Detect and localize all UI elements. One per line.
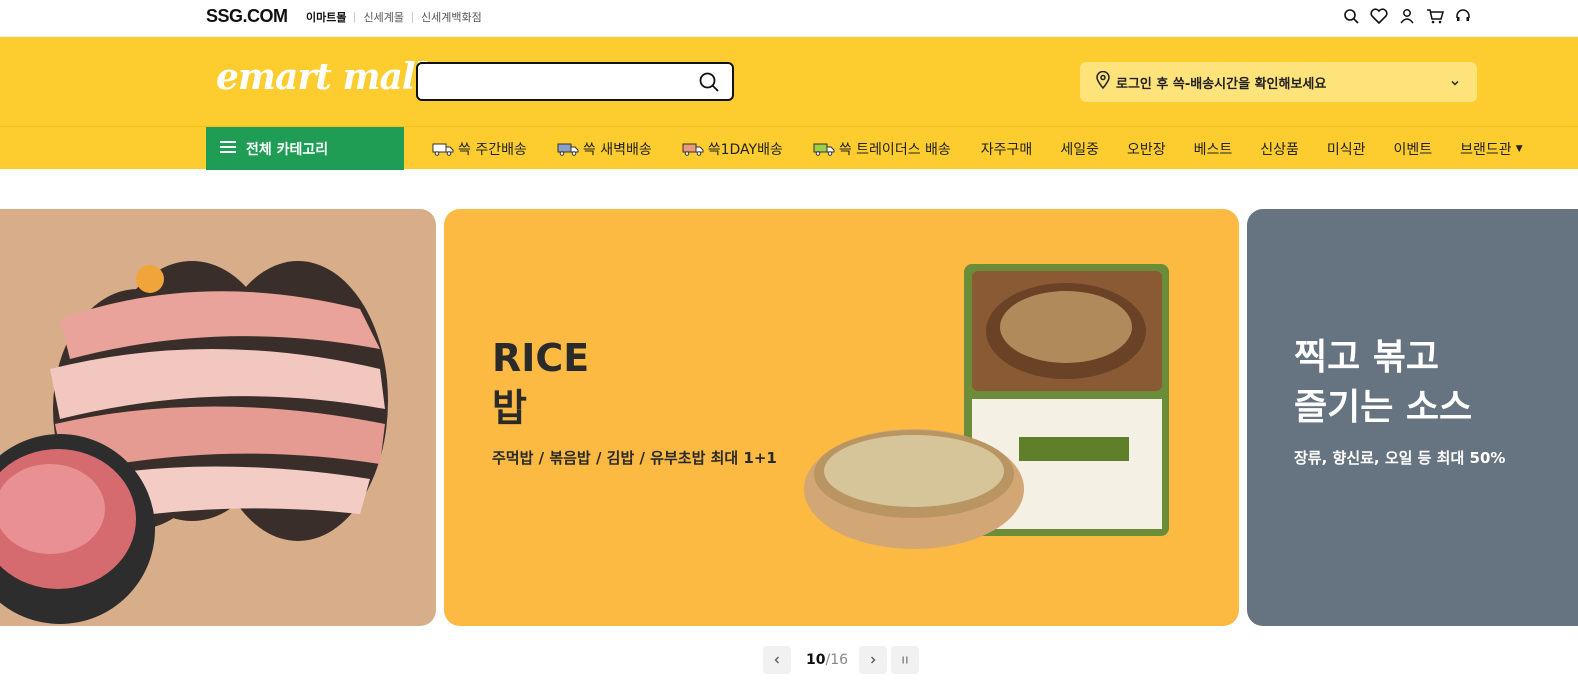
nav-item-0[interactable]: 쓱 주간배송: [432, 139, 527, 159]
emart-mall-logo[interactable]: emart mall: [216, 56, 428, 98]
mall-link-emart[interactable]: 이마트몰: [306, 9, 346, 25]
banner-title: 찍고 볶고 즐기는 소스: [1294, 333, 1472, 433]
pause-icon: [902, 656, 908, 664]
nav-item-4[interactable]: 자주구매: [981, 139, 1033, 159]
nav-item-label: 세일중: [1060, 141, 1099, 158]
nav-item-11[interactable]: 브랜드관 ▼: [1460, 139, 1522, 159]
banner-next[interactable]: 찍고 볶고 즐기는 소스 장류, 향신료, 오일 등 최대 50%: [1247, 209, 1578, 626]
nav-item-label: 오반장: [1126, 141, 1166, 158]
carousel-controls-next: [859, 646, 919, 674]
banner-title-line1: RICE: [492, 336, 590, 380]
delivery-text: 로그인 후 쓱-배송시간을 확인해보세요: [1116, 76, 1327, 92]
nav-item-8[interactable]: 신상품: [1260, 139, 1299, 159]
nav-item-label: 미식관: [1326, 141, 1366, 158]
nav-item-2[interactable]: 쓱1DAY배송: [682, 139, 783, 159]
delivery-truck-icon: [813, 143, 835, 156]
divider: [411, 11, 413, 23]
divider: [354, 11, 356, 23]
next-slide-button[interactable]: [859, 646, 887, 674]
delivery-truck-icon: [432, 143, 454, 156]
ssg-logo[interactable]: SSG.COM: [206, 6, 288, 27]
header: emart mall 로그인 후 쓱-배송시간을 확인해보세요: [0, 37, 1578, 126]
nav-item-label: 자주구매: [980, 141, 1033, 158]
slide-total: /16: [825, 652, 849, 668]
prev-slide-button[interactable]: [763, 646, 791, 674]
mall-link-shinsegae[interactable]: 신세계몰: [363, 9, 403, 25]
banner-subtitle: 주먹밥 / 볶음밥 / 김밥 / 유부초밥 최대 1+1: [492, 449, 777, 467]
nav-item-10[interactable]: 이벤트: [1394, 139, 1433, 159]
caret-down-icon: ▼: [1515, 143, 1523, 154]
nav-item-label: 이벤트: [1393, 141, 1433, 158]
banner-current[interactable]: RICE 밥 주먹밥 / 볶음밥 / 김밥 / 유부초밥 최대 1+1: [444, 209, 1239, 626]
top-bar: SSG.COM 이마트몰 신세계몰 신세계백화점: [0, 0, 1578, 37]
nav-item-label: 브랜드관: [1460, 141, 1512, 158]
delivery-truck-icon: [682, 143, 704, 156]
chevron-down-icon: [1449, 74, 1461, 93]
mall-links: 이마트몰 신세계몰 신세계백화점: [306, 9, 482, 25]
banner-subtitle: 장류, 향신료, 오일 등 최대 50%: [1294, 449, 1506, 467]
headset-icon[interactable]: [1453, 6, 1473, 26]
location-pin-icon: [1096, 70, 1110, 93]
all-category-button[interactable]: 전체 카테고리: [206, 127, 404, 170]
pork-belly-image: [0, 261, 388, 624]
search-icon[interactable]: [1341, 6, 1361, 26]
nav-item-6[interactable]: 오반장: [1127, 139, 1166, 159]
nav-item-label: 베스트: [1193, 141, 1233, 158]
chevron-right-icon: [871, 656, 876, 664]
search-input[interactable]: [430, 70, 690, 94]
mall-link-department[interactable]: 신세계백화점: [421, 9, 482, 25]
nav-item-label: 쓱 주간배송: [458, 141, 527, 158]
menu-icon: [220, 140, 236, 158]
slide-current: 10: [806, 652, 826, 668]
nav-items: 쓱 주간배송 쓱 새벽배송 쓱1DAY배송 쓱 트레이더스 배송 자주구매 세일중 오반장 베…: [432, 127, 1523, 170]
main-nav: 전체 카테고리 쓱 주간배송 쓱 새벽배송 쓱1DAY배송 쓱 트레이더스 배송 자주구…: [0, 126, 1578, 170]
nav-item-label: 쓱 새벽배송: [582, 141, 652, 158]
heart-icon[interactable]: [1369, 6, 1389, 26]
all-category-label: 전체 카테고리: [246, 141, 329, 158]
delivery-truck-icon: [557, 143, 579, 156]
banner-title-line1: 찍고 볶고: [1294, 337, 1440, 378]
slide-counter: 10/16: [806, 652, 848, 668]
banner-title-line2: 밥: [492, 386, 527, 430]
search-button[interactable]: [698, 71, 720, 93]
nav-item-label: 쓱 트레이더스 배송: [838, 141, 951, 158]
nav-item-label: 쓱1DAY배송: [707, 141, 783, 158]
fried-rice-product-image: [804, 264, 1169, 549]
search-box: [416, 62, 734, 101]
carousel-controls-prev: [763, 646, 791, 674]
banner-title-line2: 즐기는 소스: [1294, 387, 1473, 428]
delivery-time-dropdown[interactable]: 로그인 후 쓱-배송시간을 확인해보세요: [1080, 62, 1477, 102]
nav-item-7[interactable]: 베스트: [1194, 139, 1233, 159]
nav-item-label: 신상품: [1260, 141, 1299, 158]
cart-icon[interactable]: [1425, 6, 1445, 26]
user-icon[interactable]: [1397, 6, 1417, 26]
nav-item-9[interactable]: 미식관: [1327, 139, 1366, 159]
search-icon: [699, 72, 719, 92]
chevron-left-icon: [774, 656, 779, 664]
nav-item-3[interactable]: 쓱 트레이더스 배송: [813, 139, 951, 159]
nav-item-5[interactable]: 세일중: [1060, 139, 1099, 159]
nav-item-1[interactable]: 쓱 새벽배송: [557, 139, 652, 159]
banner-title: RICE 밥: [492, 333, 589, 433]
banner-prev[interactable]: [0, 209, 436, 626]
pause-button[interactable]: [891, 646, 919, 674]
utility-icons: [1341, 6, 1473, 26]
